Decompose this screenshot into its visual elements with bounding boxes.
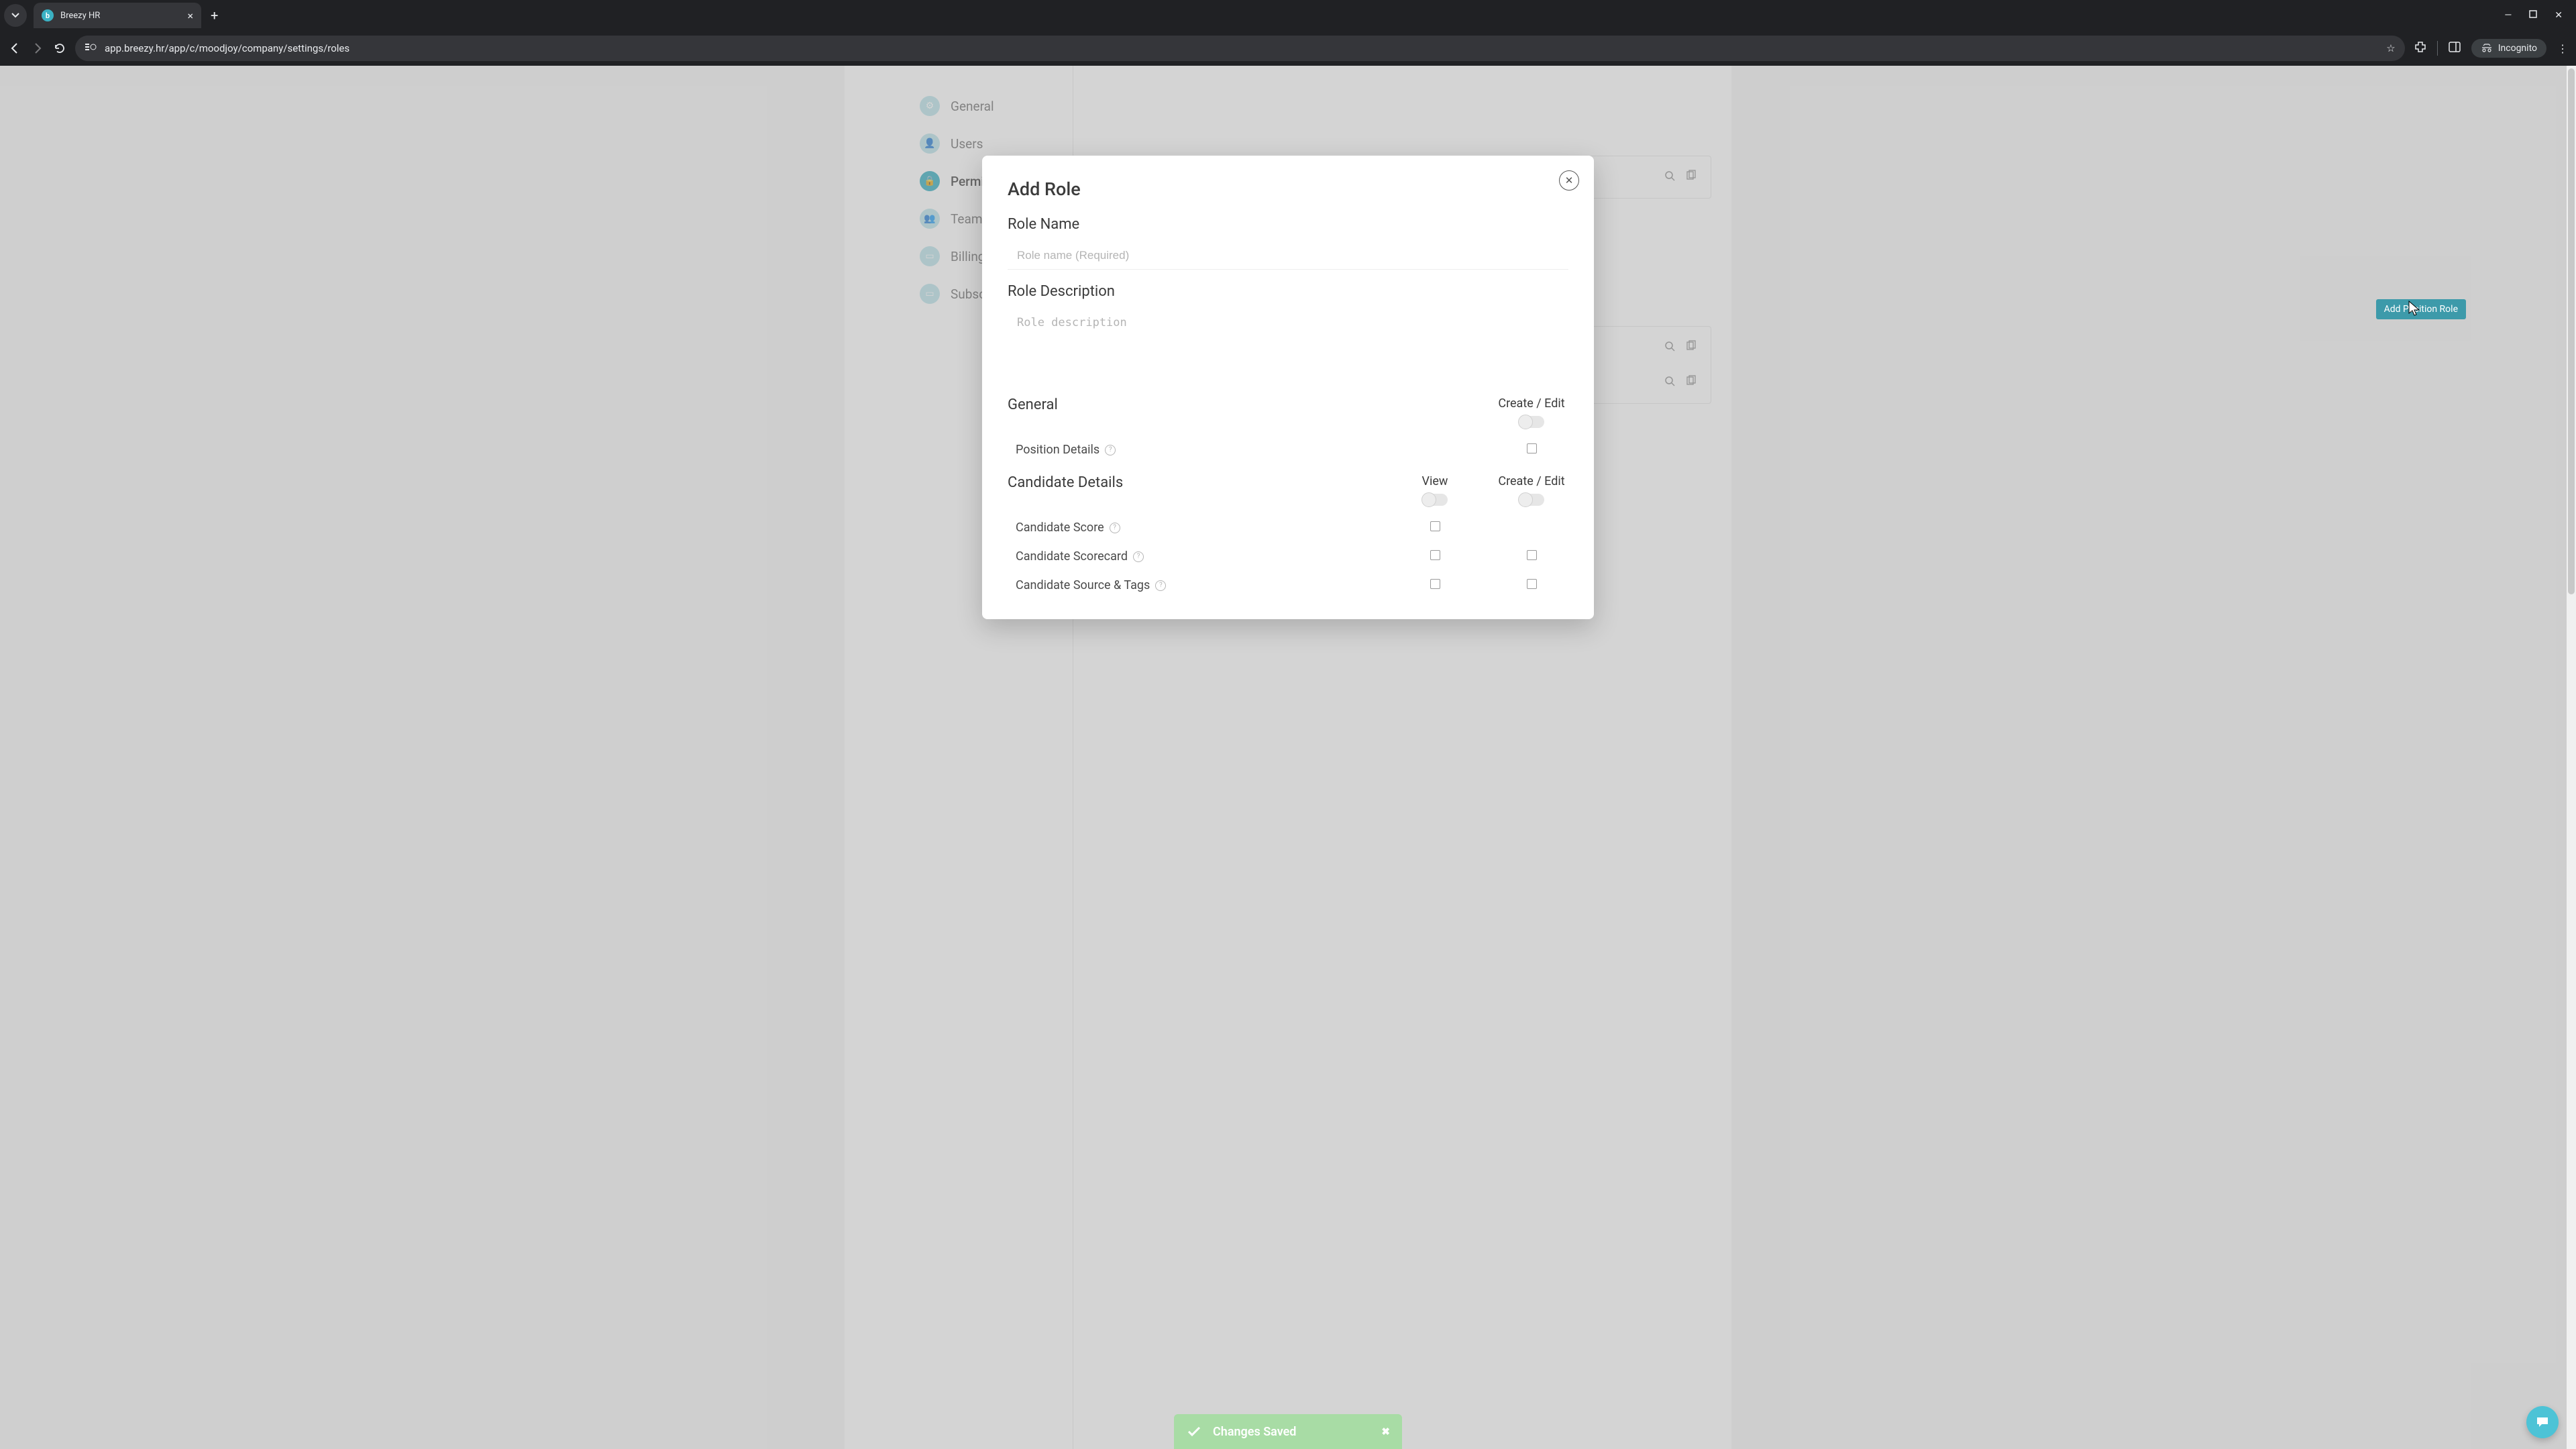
help-icon[interactable]: ?	[1133, 551, 1144, 562]
role-description-input[interactable]	[1008, 309, 1568, 376]
site-info-icon[interactable]	[85, 42, 97, 55]
chat-bubble-button[interactable]	[2526, 1406, 2559, 1438]
checkbox-candidate-scorecard-create-edit[interactable]	[1527, 550, 1537, 560]
toast-dismiss-icon[interactable]: ✖	[1381, 1426, 1390, 1438]
section-candidate-details: Candidate Details View Create / Edit Can…	[1008, 474, 1568, 592]
help-icon[interactable]: ?	[1155, 580, 1166, 591]
incognito-icon	[2481, 44, 2493, 53]
checkbox-candidate-source-tags-view[interactable]	[1430, 579, 1440, 589]
changes-saved-toast: Changes Saved ✖	[1174, 1414, 1402, 1449]
forward-button[interactable]	[31, 42, 44, 55]
section-title-candidate: Candidate Details	[1008, 474, 1123, 491]
perm-row-candidate-source-tags: Candidate Source & Tags ?	[1008, 578, 1568, 592]
modal-close-button[interactable]: ✕	[1559, 170, 1579, 191]
url-text: app.breezy.hr/app/c/moodjoy/company/sett…	[105, 42, 2378, 54]
perm-row-candidate-score: Candidate Score ?	[1008, 521, 1568, 535]
page-scrollbar[interactable]	[2567, 66, 2576, 1449]
browser-menu-icon[interactable]: ⋮	[2557, 42, 2568, 55]
minimize-icon[interactable]: ―	[2504, 10, 2512, 21]
add-role-modal: ✕ Add Role Role Name Role Description Ge…	[982, 156, 1594, 619]
column-header-label: View	[1398, 474, 1472, 488]
extensions-icon[interactable]	[2414, 41, 2426, 56]
side-panel-icon[interactable]	[2449, 41, 2461, 56]
toggle-candidate-create-edit[interactable]	[1519, 494, 1544, 506]
window-controls: ― ✕	[2504, 10, 2576, 21]
tab-bar: b Breezy HR × + ― ✕	[0, 0, 2576, 31]
role-name-input[interactable]	[1008, 242, 1568, 270]
bookmark-icon[interactable]: ☆	[2386, 42, 2395, 54]
help-icon[interactable]: ?	[1105, 445, 1116, 455]
section-general: General Create / Edit Position Details ?	[1008, 396, 1568, 457]
browser-chrome: b Breezy HR × + ― ✕ app.breezy.hr/app/c/…	[0, 0, 2576, 66]
perm-label: Candidate Source & Tags	[1016, 578, 1150, 592]
tab-search-dropdown[interactable]	[4, 4, 27, 27]
checkbox-candidate-scorecard-view[interactable]	[1430, 550, 1440, 560]
back-button[interactable]	[8, 42, 21, 55]
close-icon: ✕	[1565, 174, 1574, 186]
role-description-label: Role Description	[1008, 283, 1568, 300]
toolbar-right: Incognito ⋮	[2414, 39, 2568, 58]
close-window-icon[interactable]: ✕	[2555, 10, 2563, 21]
browser-tab[interactable]: b Breezy HR ×	[34, 3, 201, 28]
incognito-label: Incognito	[2498, 43, 2537, 54]
checkbox-position-details-create-edit[interactable]	[1527, 443, 1537, 453]
toggle-candidate-view[interactable]	[1422, 494, 1448, 506]
page-viewport: ⚙ General 👤 Users 🔒 Permissions 👥 Teams …	[0, 66, 2576, 1449]
perm-label: Candidate Score	[1016, 521, 1104, 535]
chevron-down-icon	[11, 11, 19, 19]
maximize-icon[interactable]	[2529, 10, 2537, 21]
reload-button[interactable]	[54, 42, 66, 54]
column-header-label: Create / Edit	[1495, 474, 1568, 488]
toolbar-divider	[2437, 41, 2438, 56]
add-position-role-label: Add Position Role	[2384, 304, 2458, 315]
new-tab-button[interactable]: +	[201, 7, 227, 23]
toast-message: Changes Saved	[1213, 1425, 1296, 1439]
chat-icon	[2535, 1415, 2550, 1430]
column-header-view: View	[1398, 474, 1472, 506]
incognito-badge[interactable]: Incognito	[2471, 39, 2546, 58]
column-header-create-edit: Create / Edit	[1495, 396, 1568, 428]
checkbox-candidate-source-tags-create-edit[interactable]	[1527, 579, 1537, 589]
scrollbar-thumb[interactable]	[2568, 68, 2575, 594]
url-bar[interactable]: app.breezy.hr/app/c/moodjoy/company/sett…	[75, 36, 2405, 61]
column-header-create-edit: Create / Edit	[1495, 474, 1568, 506]
perm-label: Position Details	[1016, 443, 1099, 457]
modal-title: Add Role	[1008, 178, 1568, 200]
tab-favicon: b	[42, 9, 54, 21]
perm-row-candidate-scorecard: Candidate Scorecard ?	[1008, 549, 1568, 564]
toggle-general-create-edit[interactable]	[1519, 416, 1544, 428]
perm-label: Candidate Scorecard	[1016, 549, 1128, 564]
tab-title: Breezy HR	[60, 11, 180, 21]
browser-toolbar: app.breezy.hr/app/c/moodjoy/company/sett…	[0, 31, 2576, 66]
checkbox-candidate-score-view[interactable]	[1430, 521, 1440, 531]
check-icon	[1186, 1424, 1202, 1440]
add-position-role-button[interactable]: Add Position Role	[2376, 299, 2466, 319]
column-header-label: Create / Edit	[1495, 396, 1568, 411]
tab-close-icon[interactable]: ×	[187, 9, 193, 22]
help-icon[interactable]: ?	[1110, 523, 1120, 533]
section-title-general: General	[1008, 396, 1058, 413]
perm-row-position-details: Position Details ?	[1008, 443, 1568, 457]
role-name-label: Role Name	[1008, 216, 1568, 233]
